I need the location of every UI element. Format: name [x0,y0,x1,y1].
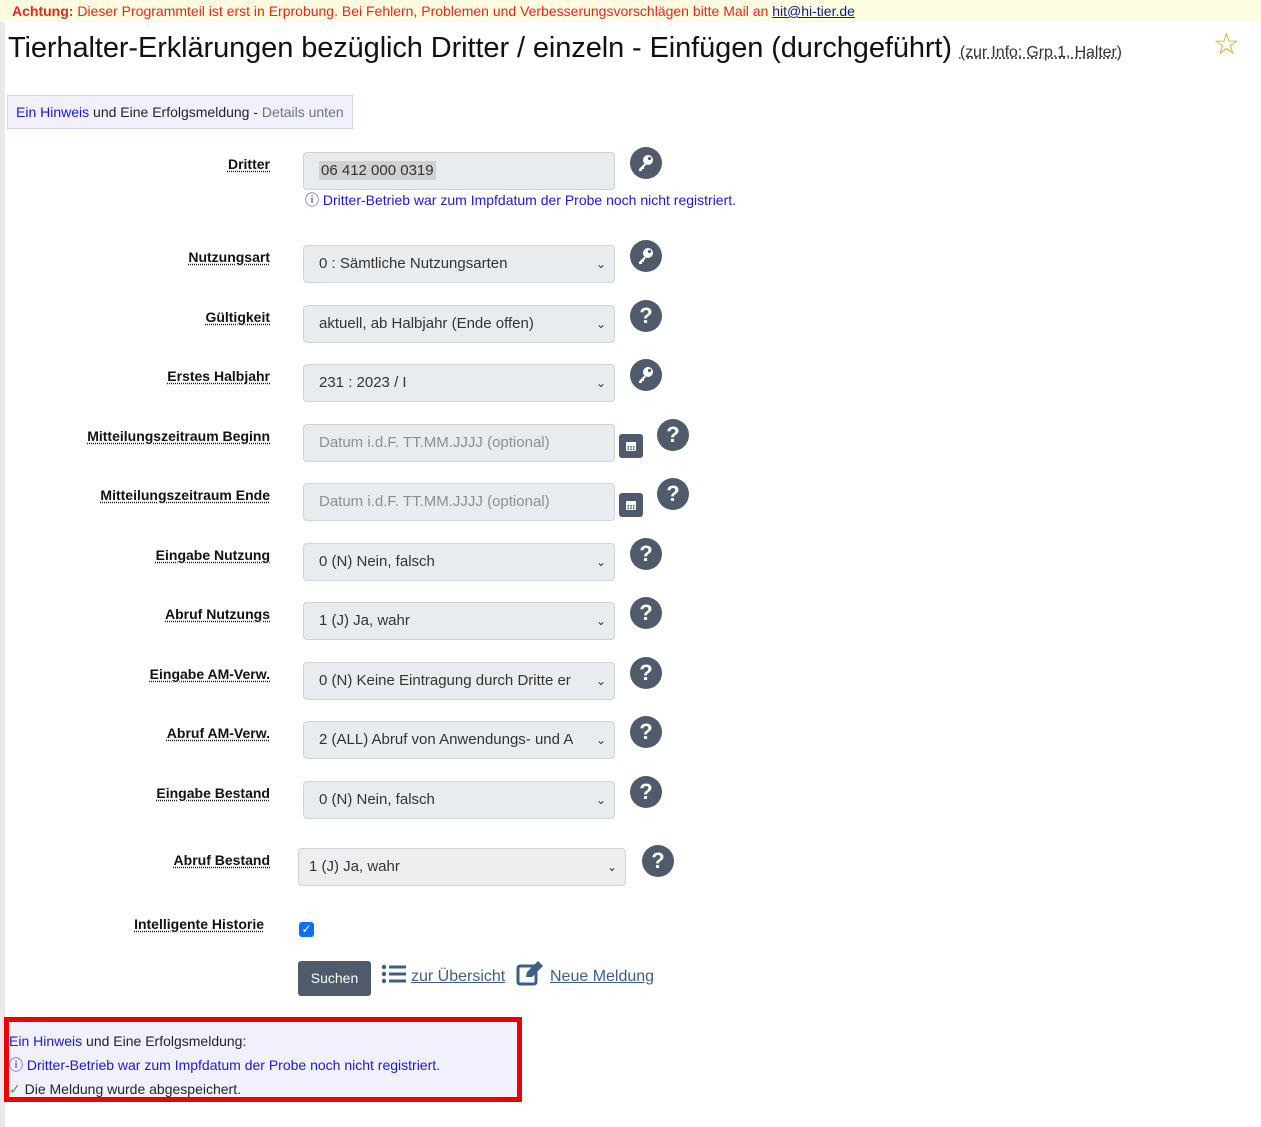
messages-success: ✓ Die Meldung wurde abgespeichert. [9,1077,517,1101]
abruf-nutzungs-select[interactable]: 1 (J) Ja, wahr ⌄ [303,602,615,640]
label-mz-ende: Mitteilungszeitraum Ende [100,487,270,503]
mz-beginn-input[interactable]: Datum i.d.F. TT.MM.JJJJ (optional) [303,424,615,462]
chevron-down-icon: ⌄ [595,733,606,747]
key-icon[interactable] [630,147,662,179]
hint-summary: Ein Hinweis und Eine Erfolgsmeldung - De… [7,95,353,129]
erstes-halbjahr-value: 231 : 2023 / I [319,374,407,391]
help-icon[interactable]: ? [630,657,662,689]
dritter-value: 06 412 000 0319 [319,161,436,180]
messages-hint-link[interactable]: Ein Hinweis [9,1033,82,1049]
gueltigkeit-select[interactable]: aktuell, ab Halbjahr (Ende offen) ⌄ [303,305,615,343]
hint-link[interactable]: Ein Hinweis [16,104,89,120]
row-eingabe-nutzung: Eingabe Nutzung 0 (N) Nein, falsch ⌄ ? [0,538,1261,583]
chevron-down-icon: ⌄ [595,257,606,271]
label-mz-beginn: Mitteilungszeitraum Beginn [87,428,270,444]
messages-success-text: Die Meldung wurde abgespeichert. [24,1081,241,1097]
row-abruf-am: Abruf AM-Verw. 2 (ALL) Abruf von Anwendu… [0,716,1261,761]
row-historie: Intelligente Historie [0,912,1261,952]
label-eingabe-nutzung: Eingabe Nutzung [155,547,270,563]
overview-link[interactable]: zur Übersicht [411,968,505,986]
chevron-down-icon: ⌄ [595,793,606,807]
help-icon[interactable]: ? [630,716,662,748]
eingabe-bestand-select[interactable]: 0 (N) Nein, falsch ⌄ [303,781,615,819]
label-abruf-am: Abruf AM-Verw. [166,725,270,741]
row-eingabe-am: Eingabe AM-Verw. 0 (N) Keine Eintragung … [0,657,1261,702]
abruf-nutzungs-value: 1 (J) Ja, wahr [319,612,410,629]
mz-ende-input[interactable]: Datum i.d.F. TT.MM.JJJJ (optional) [303,483,615,521]
key-icon[interactable] [630,359,662,391]
row-mz-ende: Mitteilungszeitraum Ende Datum i.d.F. TT… [0,478,1261,523]
label-nutzungsart: Nutzungsart [188,249,270,265]
row-erstes-halbjahr: Erstes Halbjahr 231 : 2023 / I ⌄ [0,359,1261,404]
favorite-star-icon[interactable]: ☆ [1213,30,1240,60]
abruf-bestand-select[interactable]: 1 (J) Ja, wahr ⌄ [298,848,626,886]
help-icon[interactable]: ? [630,300,662,332]
calendar-icon[interactable] [619,434,643,458]
key-icon[interactable] [630,240,662,272]
messages-box: Ein Hinweis und Eine Erfolgsmeldung: ⓘ D… [4,1017,522,1102]
hint-details-link[interactable]: Details unten [262,104,344,120]
page-title-text: Tierhalter-Erklärungen bezüglich Dritter… [8,32,952,64]
messages-header-text: und Eine Erfolgsmeldung: [86,1033,247,1049]
banner-prefix: Achtung: [12,3,74,19]
edit-icon[interactable] [516,961,544,992]
label-gueltigkeit: Gültigkeit [205,309,270,325]
help-icon[interactable]: ? [657,478,689,510]
label-abruf-bestand: Abruf Bestand [173,852,270,868]
row-abruf-bestand: Abruf Bestand 1 (J) Ja, wahr ⌄ ? [0,845,1261,888]
nutzungsart-value: 0 : Sämtliche Nutzungsarten [319,255,508,272]
historie-checkbox[interactable]: ✓ [299,922,314,937]
warning-banner: Achtung: Dieser Programmteil ist erst in… [0,0,1261,22]
row-nutzungsart: Nutzungsart 0 : Sämtliche Nutzungsarten ⌄ [0,240,1261,285]
chevron-down-icon: ⌄ [606,860,617,874]
page-title: Tierhalter-Erklärungen bezüglich Dritter… [8,32,1122,65]
help-icon[interactable]: ? [630,597,662,629]
dritter-info-text: ⓘ Dritter-Betrieb war zum Impfdatum der … [305,192,737,208]
chevron-down-icon: ⌄ [595,317,606,331]
abruf-am-value: 2 (ALL) Abruf von Anwendungs- und A [319,731,574,748]
label-historie: Intelligente Historie [134,916,264,932]
help-icon[interactable]: ? [630,538,662,570]
abruf-am-select[interactable]: 2 (ALL) Abruf von Anwendungs- und A ⌄ [303,721,615,759]
page-title-info: (zur Info: Grp.1, Halter) [959,44,1122,61]
label-abruf-nutzungs: Abruf Nutzungs [165,606,270,622]
eingabe-am-select[interactable]: 0 (N) Keine Eintragung durch Dritte er ⌄ [303,662,615,700]
help-icon[interactable]: ? [642,845,674,877]
dritter-input[interactable]: 06 412 000 0319 [303,152,615,190]
abruf-bestand-value: 1 (J) Ja, wahr [309,858,400,875]
chevron-down-icon: ⌄ [595,674,606,688]
banner-email-link[interactable]: hit@hi-tier.de [772,3,855,19]
hint-middle: und Eine Erfolgsmeldung - [93,104,259,120]
messages-header: Ein Hinweis und Eine Erfolgsmeldung: [9,1029,517,1053]
calendar-icon[interactable] [619,493,643,517]
erstes-halbjahr-select[interactable]: 231 : 2023 / I ⌄ [303,364,615,402]
label-erstes-halbjahr: Erstes Halbjahr [167,368,270,384]
label-eingabe-bestand: Eingabe Bestand [156,785,270,801]
check-icon: ✓ [9,1081,21,1097]
help-icon[interactable]: ? [657,419,689,451]
row-dritter: Dritter 06 412 000 0319 [0,147,1261,192]
eingabe-nutzung-select[interactable]: 0 (N) Nein, falsch ⌄ [303,543,615,581]
row-mz-beginn: Mitteilungszeitraum Beginn Datum i.d.F. … [0,419,1261,464]
row-eingabe-bestand: Eingabe Bestand 0 (N) Nein, falsch ⌄ ? [0,776,1261,821]
label-dritter: Dritter [227,156,270,172]
eingabe-bestand-value: 0 (N) Nein, falsch [319,791,435,808]
list-icon[interactable] [381,962,407,991]
search-button[interactable]: Suchen [298,961,371,996]
new-entry-link[interactable]: Neue Meldung [550,968,654,986]
eingabe-nutzung-value: 0 (N) Nein, falsch [319,553,435,570]
row-gueltigkeit: Gültigkeit aktuell, ab Halbjahr (Ende of… [0,300,1261,345]
help-icon[interactable]: ? [630,776,662,808]
chevron-down-icon: ⌄ [595,376,606,390]
eingabe-am-value: 0 (N) Keine Eintragung durch Dritte er [319,672,571,689]
chevron-down-icon: ⌄ [595,555,606,569]
label-eingabe-am: Eingabe AM-Verw. [149,666,270,682]
nutzungsart-select[interactable]: 0 : Sämtliche Nutzungsarten ⌄ [303,245,615,283]
gueltigkeit-value: aktuell, ab Halbjahr (Ende offen) [319,315,534,332]
chevron-down-icon: ⌄ [595,614,606,628]
banner-text: Dieser Programmteil ist erst in Erprobun… [77,3,769,19]
messages-info: ⓘ Dritter-Betrieb war zum Impfdatum der … [9,1057,441,1073]
row-abruf-nutzungs: Abruf Nutzungs 1 (J) Ja, wahr ⌄ ? [0,597,1261,642]
